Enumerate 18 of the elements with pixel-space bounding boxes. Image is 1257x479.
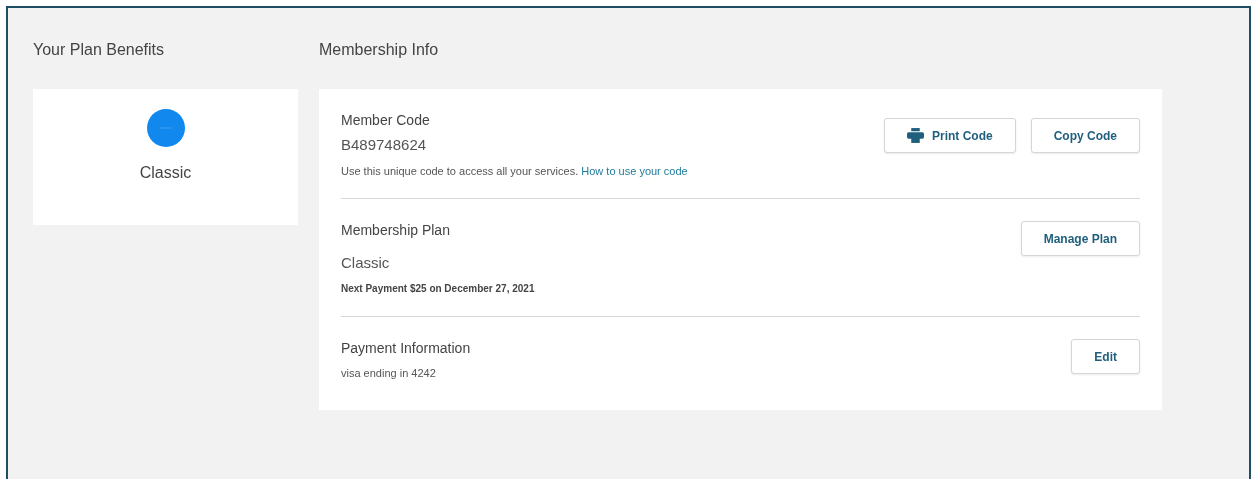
field-value: Classic — [341, 253, 391, 273]
plan-icon — [146, 109, 185, 147]
plan-name: Classic — [139, 163, 192, 183]
description-text: Use this unique code to access all your services. How to use your code — [341, 164, 688, 179]
description-text: visa ending in 4242 — [341, 366, 437, 381]
section-title: Membership Info — [319, 40, 440, 60]
help-link[interactable]: How to use your code — [581, 165, 688, 177]
payment-note: Next Payment $25 on December 27, 2021 — [341, 282, 535, 296]
field-label: Member Code — [341, 111, 431, 129]
print-button[interactable]: Print Code — [884, 118, 1016, 153]
field-label: Payment Information — [341, 339, 471, 357]
action-button[interactable]: Manage Plan — [1020, 221, 1140, 256]
field-value: B489748624 — [341, 135, 428, 155]
section-title: Your Plan Benefits — [33, 40, 166, 60]
printer-icon — [907, 128, 924, 143]
action-button[interactable]: Edit — [1071, 339, 1140, 374]
field-label: Membership Plan — [341, 221, 451, 239]
action-button[interactable]: Copy Code — [1030, 118, 1140, 153]
